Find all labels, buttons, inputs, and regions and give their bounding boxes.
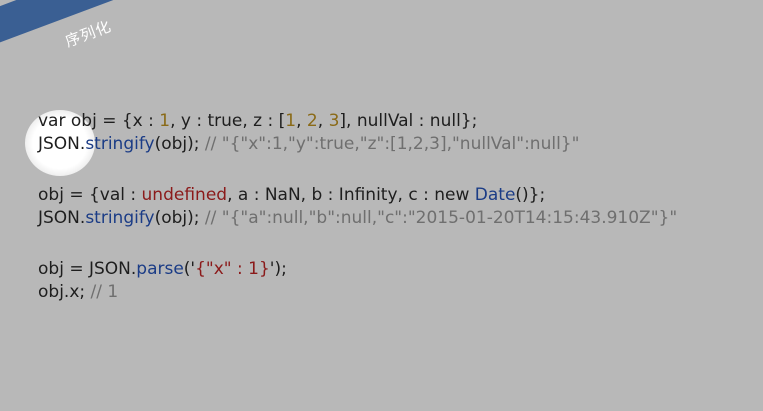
code-line-5: obj = JSON.parse('{"x" : 1}'); bbox=[38, 258, 677, 281]
slide: 序列化 var obj = {x : 1, y : true, z : [1, … bbox=[0, 0, 763, 411]
code-text: obj.x; bbox=[38, 282, 91, 302]
code-text: , a : NaN, b : Infinity, c : new bbox=[227, 185, 475, 205]
function-name: Date bbox=[474, 185, 516, 205]
number-literal: 1 bbox=[285, 111, 297, 131]
code-line-6: obj.x; // 1 bbox=[38, 281, 677, 304]
code-comment: // 1 bbox=[90, 282, 119, 302]
code-text: JSON. bbox=[38, 134, 86, 154]
code-text: var obj = {x : bbox=[38, 111, 160, 131]
code-comment: // "{"x":1,"y":true,"z":[1,2,3],"nullVal… bbox=[204, 134, 580, 154]
function-name: parse bbox=[136, 259, 184, 279]
code-text: , bbox=[296, 111, 307, 131]
code-line-1: var obj = {x : 1, y : true, z : [1, 2, 3… bbox=[38, 110, 677, 133]
code-line-2: JSON.stringify(obj); // "{"x":1,"y":true… bbox=[38, 133, 677, 156]
code-line-3: obj = {val : undefined, a : NaN, b : Inf… bbox=[38, 184, 677, 207]
code-text: '); bbox=[269, 259, 287, 279]
code-text: JSON. bbox=[38, 208, 86, 228]
code-text: (obj); bbox=[154, 208, 205, 228]
code-line-4: JSON.stringify(obj); // "{"a":null,"b":n… bbox=[38, 207, 677, 230]
code-comment: // "{"a":null,"b":null,"c":"2015-01-20T1… bbox=[204, 208, 678, 228]
string-literal: {"x" : 1} bbox=[195, 259, 270, 279]
title-banner bbox=[0, 0, 326, 68]
code-text: , bbox=[317, 111, 329, 131]
number-literal: 1 bbox=[159, 111, 171, 131]
code-text: obj = {val : bbox=[38, 185, 142, 205]
slide-title: 序列化 bbox=[62, 17, 114, 51]
code-text: (obj); bbox=[154, 134, 205, 154]
number-literal: 3 bbox=[328, 111, 340, 131]
number-literal: 2 bbox=[306, 111, 318, 131]
function-name: stringify bbox=[85, 208, 155, 228]
code-text: ()}; bbox=[515, 185, 546, 205]
code-text: (' bbox=[183, 259, 196, 279]
code-block: var obj = {x : 1, y : true, z : [1, 2, 3… bbox=[38, 110, 677, 304]
function-name: stringify bbox=[85, 134, 155, 154]
keyword: undefined bbox=[141, 185, 228, 205]
code-text: obj = JSON. bbox=[38, 259, 137, 279]
code-text: ], nullVal : null}; bbox=[339, 111, 478, 131]
code-text: , y : true, z : [ bbox=[170, 111, 286, 131]
